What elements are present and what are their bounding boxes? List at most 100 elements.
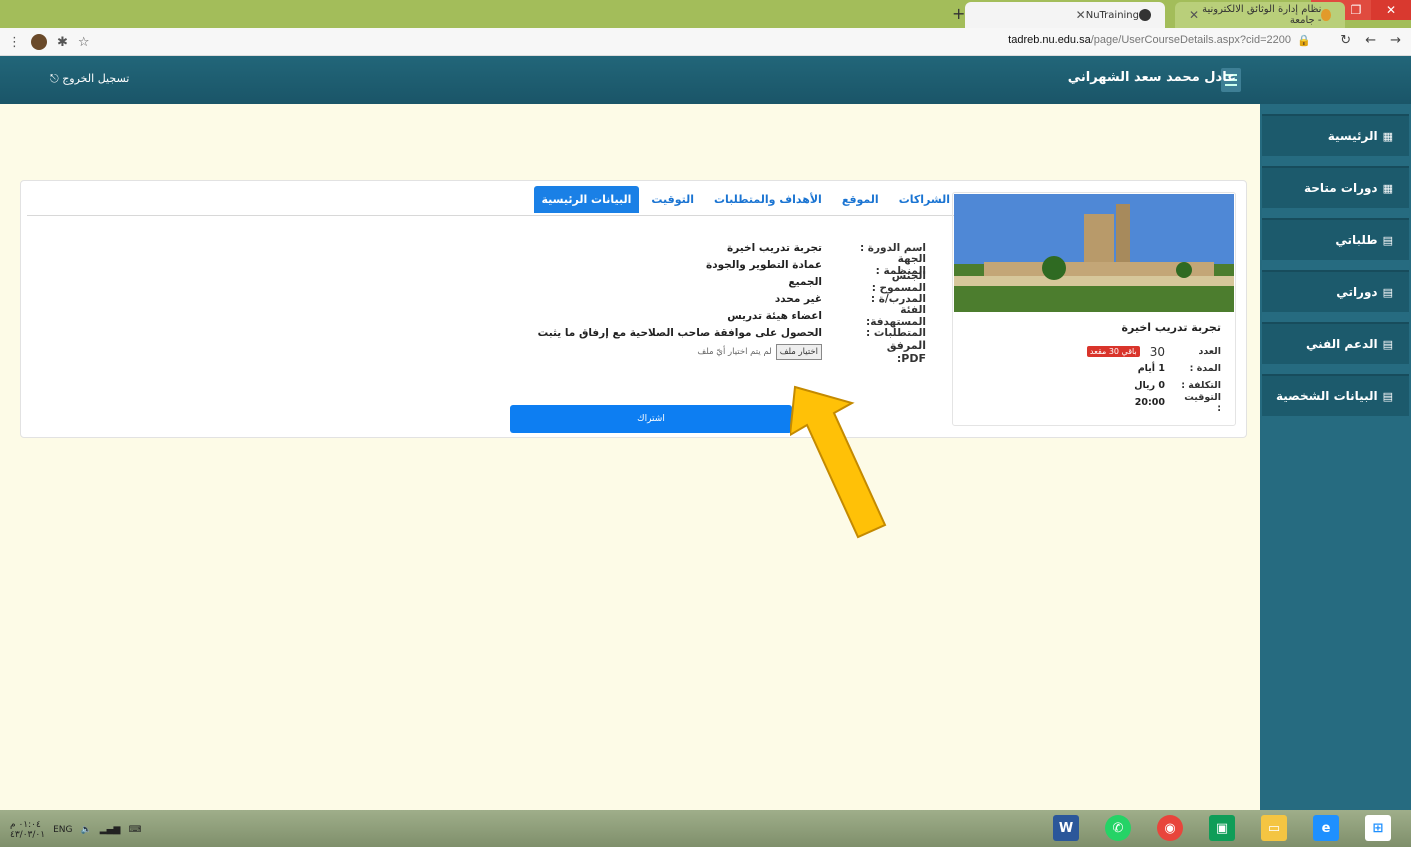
word-icon[interactable]: W	[1053, 815, 1079, 841]
tab-timing[interactable]: التوقيت	[643, 186, 702, 213]
reload-icon[interactable]: ↻	[1340, 33, 1351, 48]
cost-value: 0 ريال	[1134, 380, 1165, 391]
new-tab-button[interactable]: +	[952, 4, 965, 23]
sidebar-item-home[interactable]: ▦ الرئيسية	[1262, 114, 1409, 156]
sidebar-item-my-courses[interactable]: ▤ دوراتي	[1262, 270, 1409, 312]
subscribe-button[interactable]: اشتراك	[510, 405, 792, 433]
sidebar-item-label: الدعم الفني	[1305, 337, 1378, 351]
profile-icon: ▤	[1382, 389, 1393, 403]
browser-tab-nutraining[interactable]: NuTraining ✕	[965, 2, 1165, 28]
logout-label: تسجيل الخروج	[62, 72, 130, 85]
clock-date: ٤٣/٠٣/٠١	[10, 830, 46, 840]
lock-icon[interactable]: 🔒	[1297, 34, 1311, 47]
browser-tabstrip: – ❐ ✕ + NuTraining ✕ نظام إدارة الوثائق …	[0, 0, 1411, 28]
logout-icon: ⎋	[50, 72, 59, 85]
details-tabs: البيانات الرئيسية التوقيت الأهداف والمتط…	[533, 186, 959, 213]
count-value: 30	[1149, 344, 1165, 359]
summary-row-time: التوقيت : 20:00	[1087, 391, 1221, 414]
windows-taskbar: ٠١:٠٤ م ٤٣/٠٣/٠١ ENG 🔈 ▂▄▆ ⌨ W ✆ ◉ ▣ ▭ e…	[0, 810, 1411, 847]
extensions-icon[interactable]: ✱	[57, 35, 68, 50]
bookmark-star-icon[interactable]: ☆	[78, 35, 90, 50]
tab-main-info[interactable]: البيانات الرئيسية	[533, 186, 640, 213]
sidebar-item-profile[interactable]: ▤ البيانات الشخصية	[1262, 374, 1409, 416]
maximize-icon[interactable]: ❐	[1341, 0, 1371, 20]
network-icon[interactable]: ▂▄▆	[100, 825, 121, 835]
summary-row-count: العدد 30 باقي 30 مقعد	[1086, 343, 1221, 360]
sidebar-item-label: الرئيسية	[1327, 129, 1378, 143]
profile-avatar[interactable]	[31, 34, 47, 50]
sidebar-item-available-courses[interactable]: ▦ دورات متاحة	[1262, 166, 1409, 208]
store-icon[interactable]: ▣	[1209, 815, 1235, 841]
back-icon[interactable]: →	[1390, 33, 1401, 48]
sidebar-item-label: البيانات الشخصية	[1275, 389, 1378, 403]
time-label: التوقيت :	[1184, 391, 1221, 414]
sidebar-item-support[interactable]: ▤ الدعم الفني	[1262, 322, 1409, 364]
chrome-icon[interactable]: ◉	[1157, 815, 1183, 841]
sidebar-item-my-requests[interactable]: ▤ طلباتي	[1262, 218, 1409, 260]
system-tray: ٠١:٠٤ م ٤٣/٠٣/٠١ ENG 🔈 ▂▄▆ ⌨	[10, 820, 141, 840]
kebab-menu-icon[interactable]: ⋮	[8, 35, 21, 50]
forward-icon[interactable]: ←	[1365, 33, 1376, 48]
url-field[interactable]: tadreb.nu.edu.sa/page/UserCourseDetails.…	[1008, 34, 1291, 46]
info-value: غير محدد	[774, 292, 822, 305]
attachment-label: المرفق PDF:	[886, 339, 926, 365]
sidebar-item-label: طلباتي	[1335, 233, 1378, 247]
course-summary-card: تجربة تدريب اخيرة العدد 30 باقي 30 مقعد …	[952, 192, 1236, 426]
close-window-icon[interactable]: ✕	[1371, 0, 1411, 20]
annotation-arrow-icon	[790, 385, 887, 539]
app-header: تسجيل الخروج ⎋ عادل محمد سعد الشهراني	[0, 56, 1411, 104]
whatsapp-icon[interactable]: ✆	[1105, 815, 1131, 841]
courses-icon: ▦	[1382, 181, 1393, 195]
requests-icon: ▤	[1382, 233, 1393, 247]
file-explorer-icon[interactable]: ▭	[1261, 815, 1287, 841]
taskbar-apps: W ✆ ◉ ▣ ▭ e ⊞	[1053, 815, 1391, 841]
tab-goals[interactable]: الأهداف والمتطلبات	[706, 186, 830, 213]
tab-favicon-icon	[1321, 9, 1331, 21]
tab-close-icon[interactable]: ✕	[1076, 8, 1086, 22]
address-bar: ⋮ ✱ ☆ tadreb.nu.edu.sa/page/UserCourseDe…	[0, 28, 1411, 56]
info-label: الفئة المستهدفة:	[866, 303, 926, 328]
keyboard-icon[interactable]: ⌨	[128, 825, 141, 835]
duration-label: المدة :	[1189, 363, 1221, 374]
summary-row-duration: المدة : 1 أيام	[1087, 360, 1221, 377]
campus-illustration	[954, 194, 1234, 312]
tab-partnerships[interactable]: الشراكات	[891, 186, 958, 213]
info-value: تجربة تدريب اخيرة	[727, 241, 822, 254]
info-value: الحصول على موافقة صاحب الصلاحية مع إرفاق…	[537, 326, 822, 339]
home-icon: ▦	[1382, 129, 1393, 143]
windows-start-icon[interactable]: ⊞	[1365, 815, 1391, 841]
tab-location[interactable]: الموقع	[834, 186, 887, 213]
attachment-row: المرفق PDF: اختيار ملف لم يتم اختيار أيّ…	[538, 339, 926, 365]
logout-link[interactable]: تسجيل الخروج ⎋	[50, 72, 129, 86]
user-name: عادل محمد سعد الشهراني	[1067, 70, 1236, 85]
course-title: تجربة تدريب اخيرة	[1121, 321, 1221, 334]
sidebar-item-label: دورات متاحة	[1303, 181, 1378, 195]
my-courses-icon: ▤	[1382, 285, 1393, 299]
tabs-divider	[27, 215, 958, 216]
info-row: الفئة المستهدفة: اعضاء هيئة تدريس	[538, 304, 926, 328]
tab-title: NuTraining	[1085, 9, 1139, 21]
url-path: /page/UserCourseDetails.aspx?cid=2200	[1090, 34, 1291, 46]
cost-label: التكلفة :	[1181, 380, 1221, 391]
file-status-text: لم يتم اختيار أيّ ملف	[697, 347, 772, 357]
tab-close-icon[interactable]: ✕	[1189, 8, 1199, 22]
language-indicator[interactable]: ENG	[53, 825, 72, 835]
info-label: المتطلبات :	[865, 326, 926, 339]
url-domain: tadreb.nu.edu.sa	[1008, 34, 1091, 46]
sidebar-item-label: دوراتي	[1336, 285, 1378, 299]
time-value: 20:00	[1134, 397, 1165, 408]
choose-file-button[interactable]: اختيار ملف	[775, 344, 822, 360]
clock-time: ٠١:٠٤ م	[10, 820, 41, 830]
volume-icon[interactable]: 🔈	[80, 825, 91, 835]
info-value: اعضاء هيئة تدريس	[727, 309, 822, 322]
course-details-card: البيانات الرئيسية التوقيت الأهداف والمتط…	[20, 180, 1247, 438]
info-row: الجنس المسموح : الجميع	[538, 270, 926, 294]
count-label: العدد	[1198, 346, 1221, 357]
browser-tab-documents[interactable]: نظام إدارة الوثائق الالكترونية - جامعة ✕	[1175, 2, 1345, 28]
browser-nav-group: ↻ ← →	[1340, 33, 1401, 48]
browser-menu-group: ⋮ ✱ ☆	[8, 34, 90, 50]
course-summary: العدد 30 باقي 30 مقعد المدة : 1 أيام الت…	[1086, 343, 1221, 414]
support-icon: ▤	[1382, 337, 1393, 351]
clock[interactable]: ٠١:٠٤ م ٤٣/٠٣/٠١	[10, 820, 45, 840]
internet-explorer-icon[interactable]: e	[1313, 815, 1339, 841]
